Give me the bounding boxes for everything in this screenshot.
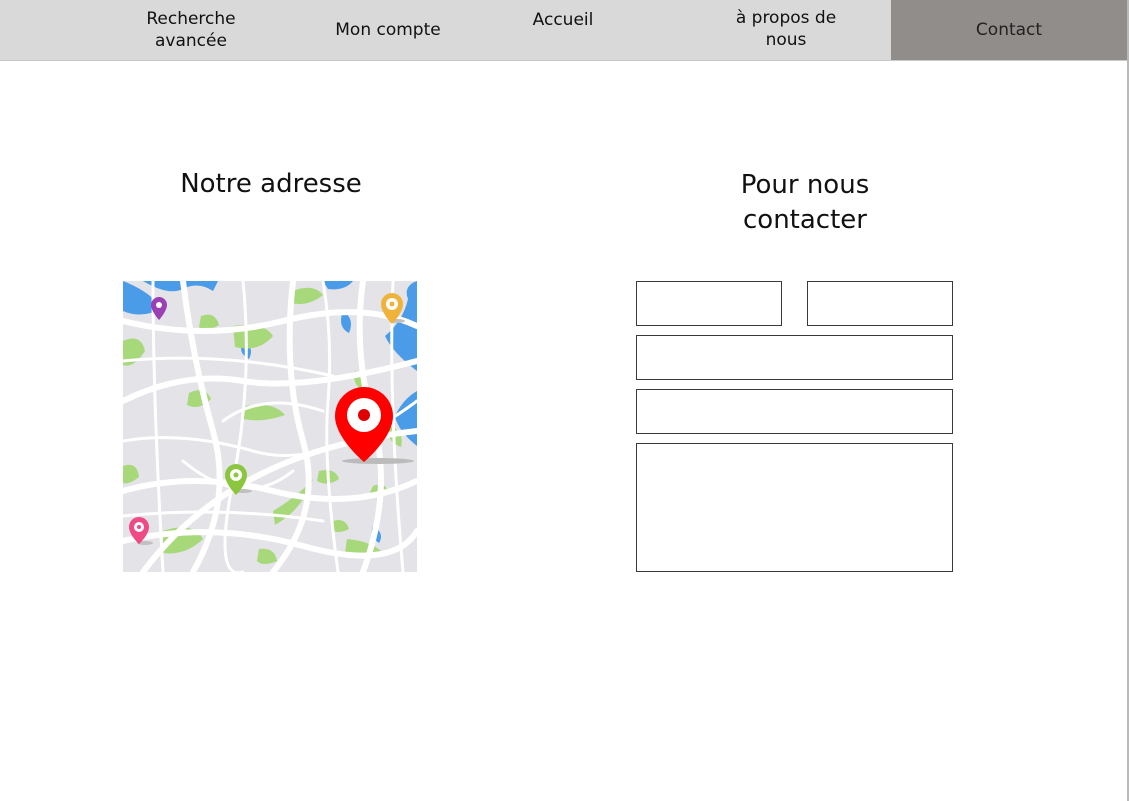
nav-contact-label: Contact xyxy=(975,20,1043,40)
last-name-field[interactable] xyxy=(807,281,953,326)
top-navigation: Recherche avancée Mon compte Accueil à p… xyxy=(0,0,1127,61)
nav-home-label: Accueil xyxy=(532,10,594,30)
email-field[interactable] xyxy=(636,335,953,380)
nav-advanced-search[interactable]: Recherche avancée xyxy=(120,0,262,60)
message-field[interactable] xyxy=(636,443,953,572)
contact-title: Pour nous contacter xyxy=(740,170,870,235)
nav-contact[interactable]: Contact xyxy=(891,0,1127,60)
map-svg xyxy=(123,281,417,572)
first-name-field[interactable] xyxy=(636,281,782,326)
nav-about-us[interactable]: à propos de nous xyxy=(700,0,872,60)
nav-home[interactable]: Accueil xyxy=(500,0,626,60)
map-illustration[interactable] xyxy=(123,281,417,572)
nav-about-us-label: à propos de nous xyxy=(735,8,837,50)
nav-advanced-search-label: Recherche avancée xyxy=(146,9,236,51)
nav-my-account[interactable]: Mon compte xyxy=(315,0,461,60)
address-title: Notre adresse xyxy=(180,169,362,199)
nav-my-account-label: Mon compte xyxy=(335,20,441,40)
subject-field[interactable] xyxy=(636,389,953,434)
